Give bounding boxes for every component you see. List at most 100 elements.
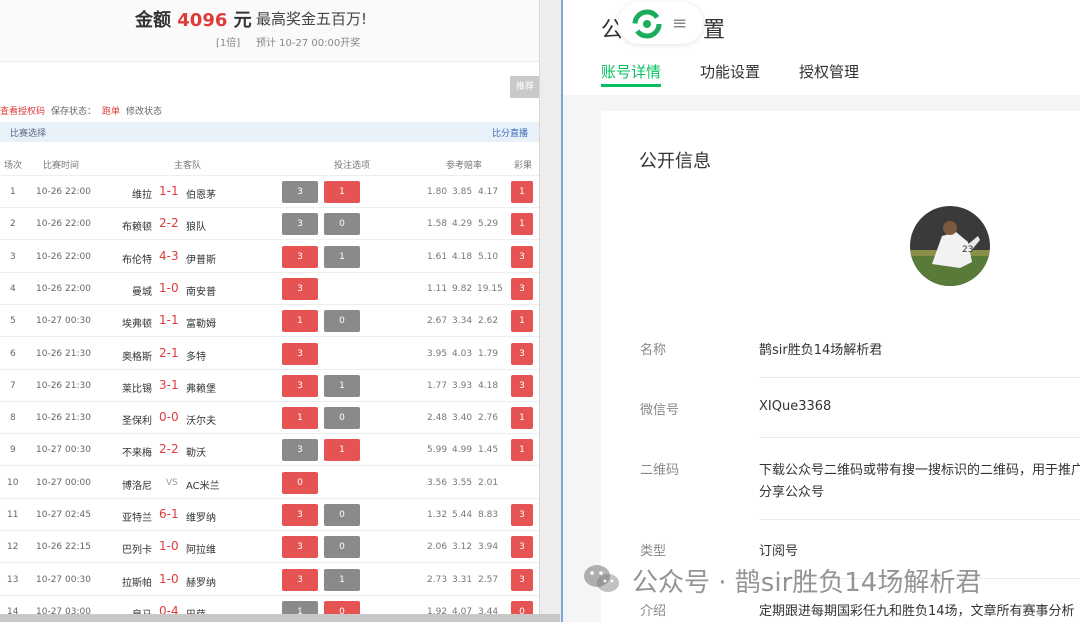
- table-row[interactable]: 11 10-27 02:45 亚特兰 6-1 维罗纳 3 0 1.32 5.44 8.83 3: [0, 499, 539, 531]
- result-badge: 3: [511, 504, 533, 526]
- edit-status-link[interactable]: 修改状态: [126, 107, 162, 117]
- menu-icon[interactable]: ≡: [672, 13, 687, 34]
- score-live-link[interactable]: 比分直播: [492, 126, 528, 139]
- field-value-qrcode-line2: 分享公众号: [759, 485, 825, 500]
- match-score: 1-0: [159, 280, 179, 295]
- wechat-icon: [584, 565, 619, 592]
- match-number: 10: [7, 477, 19, 488]
- odds-value: 19.15: [477, 283, 503, 294]
- tab-authorization[interactable]: 授权管理: [799, 61, 859, 82]
- table-row[interactable]: 12 10-26 22:15 巴列卡 1-0 阿拉维 3 0 2.06 3.12 3.94 3: [0, 531, 539, 564]
- odds-value: 1.58: [427, 219, 448, 230]
- match-number: 7: [10, 380, 16, 391]
- match-number: 2: [10, 219, 16, 230]
- table-row[interactable]: 1 10-26 22:00 维拉 1-1 伯恩茅 3 1 1.80 3.85 4.17 1: [0, 176, 539, 208]
- pick-option-button[interactable]: 3: [282, 374, 318, 397]
- prize-unit: 元: [233, 10, 252, 31]
- table-row[interactable]: 2 10-26 22:00 布赖顿 2-2 狼队 3 0 1.58 4.29 5.29 1: [0, 208, 539, 241]
- result-badge: 3: [511, 277, 533, 300]
- horizontal-scrollbar[interactable]: [0, 614, 560, 622]
- pick-option-button[interactable]: 1: [324, 568, 360, 591]
- match-score: 3-1: [159, 377, 179, 392]
- pick-option-button[interactable]: 3: [282, 536, 318, 559]
- table-row[interactable]: 10 10-27 00:00 博洛尼 VS AC米兰 0 3.56 3.55 2.01: [0, 467, 539, 499]
- match-score: 6-1: [159, 507, 179, 521]
- match-select-label[interactable]: 比赛选择: [10, 126, 46, 139]
- pick-option-button[interactable]: 0: [282, 471, 318, 494]
- odds-value: 2.62: [478, 316, 499, 327]
- match-time: 10-26 22:15: [36, 542, 91, 553]
- table-row[interactable]: 1410-27 03:00皇马0-4巴萨101.924.073.440: [0, 596, 539, 614]
- pick-option-button[interactable]: 3: [282, 504, 318, 526]
- table-row[interactable]: 7 10-26 21:30 莱比锡 3-1 弗赖堡 3 1 1.77 3.93 4.18 3: [0, 370, 539, 402]
- table-row[interactable]: 9 10-27 00:30 不来梅 2-2 勒沃 3 1 5.99 4.99 1.45 1: [0, 434, 539, 467]
- result-badge: 0: [511, 600, 533, 614]
- pick-option-button[interactable]: 1: [282, 407, 318, 430]
- pick-option-button[interactable]: 1: [324, 245, 360, 268]
- match-time: 10-27 03:00: [36, 606, 91, 614]
- pick-option-button[interactable]: 3: [282, 568, 318, 591]
- home-team: 莱比锡: [122, 383, 152, 395]
- pick-option-button[interactable]: 3: [282, 342, 318, 365]
- screenshot-root: 金额 4096 元 最高奖金五百万! [1倍] 预计 10-27 00:00开奖…: [0, 0, 1080, 622]
- table-row[interactable]: 4 10-26 22:00 曼城 1-0 南安普 3 1.11 9.82 19.15 3: [0, 273, 539, 305]
- pick-option-button[interactable]: 0: [324, 504, 360, 526]
- pick-option-button[interactable]: 0: [324, 536, 360, 559]
- away-team: 南安普: [186, 286, 216, 298]
- svg-text:23: 23: [962, 245, 973, 255]
- away-team: 狼队: [186, 222, 206, 234]
- pick-option-button[interactable]: 3: [282, 277, 318, 300]
- table-row[interactable]: 3 10-26 22:00 布伦特 4-3 伊普斯 3 1 1.61 4.18 5.10 3: [0, 241, 539, 273]
- pick-option-button[interactable]: 0: [324, 600, 360, 614]
- prize-amount: 金额 4096 元: [135, 6, 252, 32]
- pick-option-button[interactable]: 0: [324, 407, 360, 430]
- odds-value: 4.29: [452, 219, 473, 230]
- field-divider: [759, 437, 1080, 438]
- match-number: 14: [7, 606, 19, 614]
- pick-option-button[interactable]: 1: [324, 181, 360, 203]
- match-number: 11: [7, 510, 19, 520]
- match-score: VS: [166, 477, 178, 488]
- recommend-button[interactable]: 推荐: [510, 76, 539, 98]
- pick-option-button[interactable]: 1: [324, 374, 360, 397]
- away-team: 勒沃: [186, 448, 206, 460]
- odds-value: 1.92: [427, 606, 448, 614]
- public-info-card: 公开信息 23 名称 鹊sir胜负14场解析君 微信号 XIQue3368 二维…: [601, 111, 1080, 622]
- table-row[interactable]: 8 10-26 21:30 圣保利 0-0 沃尔夫 1 0 2.48 3.40 2.76 1: [0, 402, 539, 435]
- field-value-qrcode: 下载公众号二维码或带有搜一搜标识的二维码，用于推广: [759, 463, 1080, 478]
- floating-toolbar[interactable]: ≡: [618, 2, 703, 44]
- pick-option-button[interactable]: 3: [282, 213, 318, 236]
- pick-option-button[interactable]: 0: [324, 213, 360, 236]
- table-row[interactable]: 13 10-27 00:30 拉斯帕 1-0 赫罗纳 3 1 2.73 3.31 2.57 3: [0, 564, 539, 596]
- prize-header: 金额 4096 元 最高奖金五百万! [1倍] 预计 10-27 00:00开奖: [0, 0, 539, 62]
- odds-value: 1.45: [478, 445, 499, 456]
- table-header: 场次 比赛时间 主客队 投注选项 参考赔率 彩果: [0, 150, 539, 176]
- home-team: 皇马: [132, 606, 152, 614]
- pick-option-button[interactable]: 3: [282, 245, 318, 268]
- away-team: 阿拉维: [186, 545, 216, 557]
- pick-option-button[interactable]: 0: [324, 310, 360, 333]
- pick-option-button[interactable]: 1: [282, 600, 318, 614]
- odds-value: 3.94: [478, 542, 499, 553]
- card-title: 公开信息: [639, 151, 711, 172]
- pick-option-button[interactable]: 1: [282, 310, 318, 333]
- match-score: 2-2: [159, 442, 179, 457]
- match-time: 10-26 21:30: [36, 380, 91, 391]
- away-team: 弗赖堡: [186, 383, 216, 395]
- tab-account-details[interactable]: 账号详情: [601, 61, 661, 82]
- active-tab-indicator: [601, 84, 661, 87]
- field-label-intro: 介绍: [640, 604, 667, 619]
- view-auth-code-link[interactable]: 查看授权码: [0, 107, 45, 117]
- table-row[interactable]: 5 10-27 00:30 埃弗顿 1-1 富勒姆 1 0 2.67 3.34 2.62 1: [0, 305, 539, 338]
- table-row[interactable]: 6 10-26 21:30 奥格斯 2-1 多特 3 3.95 4.03 1.79 3: [0, 338, 539, 370]
- match-select-bar: 比赛选择 比分直播: [0, 122, 539, 142]
- match-number: 3: [10, 251, 16, 262]
- avatar[interactable]: 23: [910, 206, 990, 286]
- result-badge: 1: [511, 181, 533, 203]
- tab-function-settings[interactable]: 功能设置: [700, 61, 760, 82]
- header-teams: 主客队: [174, 161, 202, 171]
- header-result: 彩果: [514, 161, 533, 171]
- pick-option-button[interactable]: 1: [324, 439, 360, 462]
- pick-option-button[interactable]: 3: [282, 439, 318, 462]
- pick-option-button[interactable]: 3: [282, 181, 318, 203]
